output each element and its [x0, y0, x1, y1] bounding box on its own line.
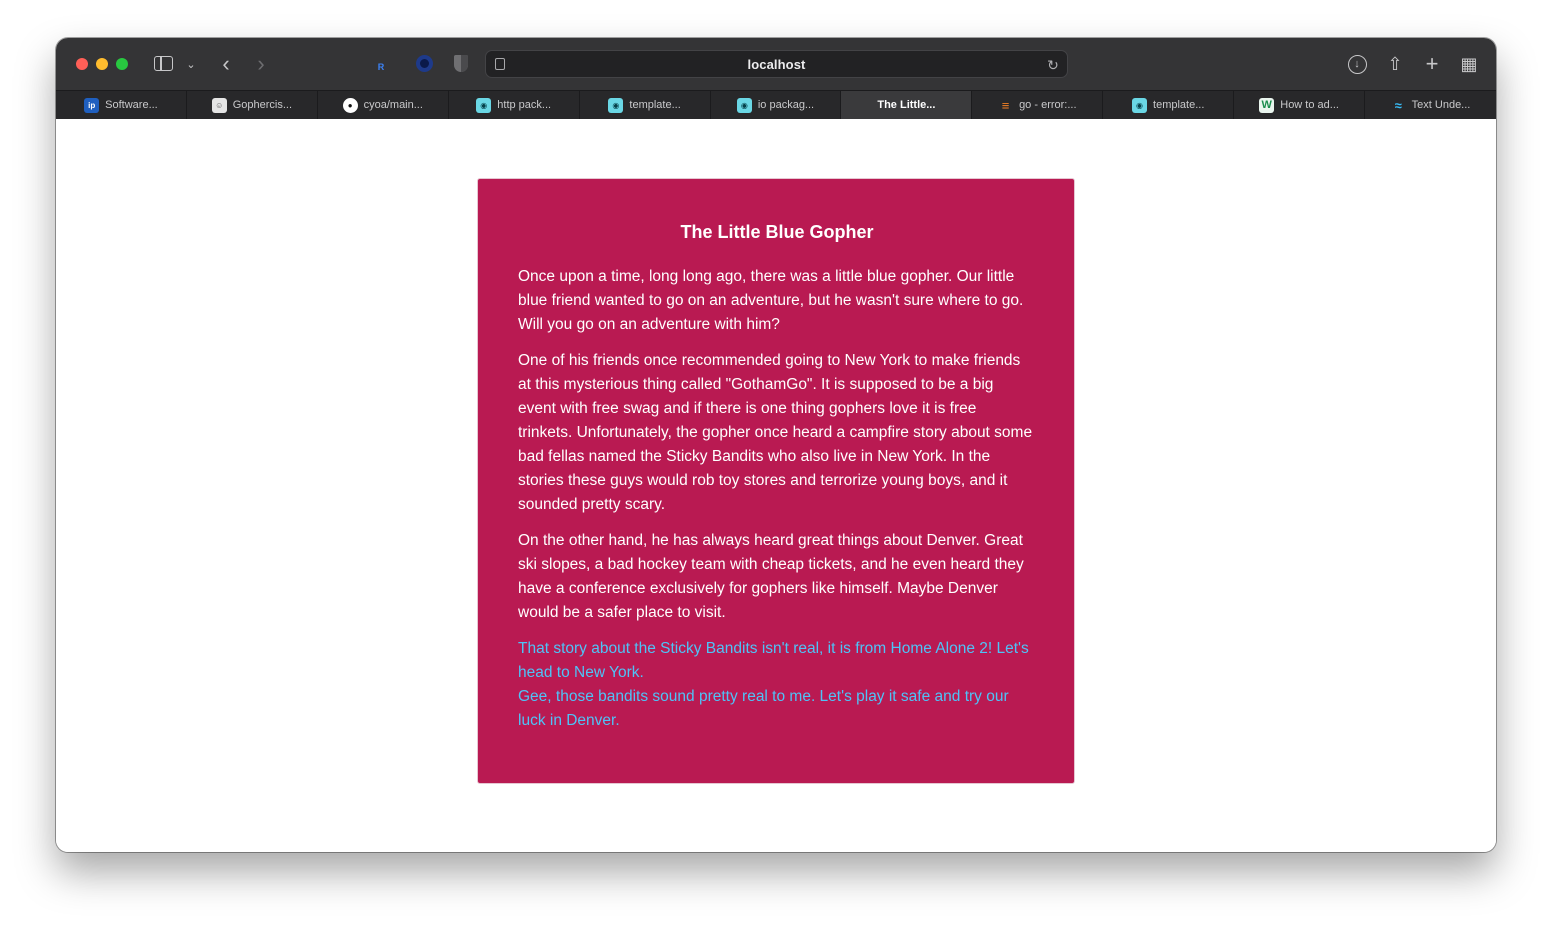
download-icon: ↓: [1347, 54, 1367, 74]
tab-cyoa-main[interactable]: ● cyoa/main...: [318, 91, 449, 119]
story-paragraph: On the other hand, he has always heard g…: [518, 532, 1024, 621]
privacy-shield-icon[interactable]: [454, 55, 468, 72]
plus-icon: +: [1425, 51, 1439, 76]
tab-http-package[interactable]: ◉ http pack...: [449, 91, 580, 119]
reload-icon[interactable]: ↻: [1045, 55, 1061, 75]
tab-label: http pack...: [497, 99, 552, 111]
close-window-button[interactable]: [76, 58, 88, 70]
tab-text-underline[interactable]: ≈ Text Unde...: [1365, 91, 1496, 119]
tab-overview-button[interactable]: ▦: [1456, 51, 1482, 77]
extension-ring-icon[interactable]: [416, 55, 433, 72]
tab-label: Text Unde...: [1411, 99, 1471, 111]
tab-label: How to ad...: [1280, 99, 1339, 111]
download-button[interactable]: ↓: [1344, 51, 1370, 77]
go-gopher-icon: ◉: [736, 97, 752, 113]
tab-label: template...: [1153, 99, 1205, 111]
tab-software[interactable]: ip Software...: [56, 91, 187, 119]
tab-template[interactable]: ◉ template...: [580, 91, 711, 119]
go-gopher-icon: ◉: [608, 97, 624, 113]
sidebar-toggle-icon[interactable]: [154, 56, 173, 71]
tab-bar: ip Software... ☺ Gophercis... ● cyoa/mai…: [56, 90, 1496, 119]
browser-toolbar: ⌄ ‹ › R localhost ↻ ↓ ⇧ + ▦: [56, 38, 1496, 90]
forward-button[interactable]: ›: [251, 51, 271, 76]
go-gopher-icon: ◉: [1132, 97, 1148, 113]
story-option: Gee, those bandits sound pretty real to …: [518, 685, 1034, 733]
ip-logo-icon: ip: [84, 97, 100, 113]
tab-io-package[interactable]: ◉ io packag...: [711, 91, 842, 119]
tab-label: Software...: [105, 99, 158, 111]
share-icon: ⇧: [1387, 53, 1403, 74]
story-option: That story about the Sticky Bandits isn'…: [518, 637, 1034, 685]
tab-label: Gophercis...: [232, 99, 293, 111]
tab-label: cyoa/main...: [363, 99, 423, 111]
tab-gophercises[interactable]: ☺ Gophercis...: [187, 91, 318, 119]
github-icon: ●: [342, 97, 358, 113]
story-options: That story about the Sticky Bandits isn'…: [518, 637, 1034, 733]
page-viewport: The Little Blue Gopher Once upon a time,…: [56, 119, 1496, 852]
address-text[interactable]: localhost: [486, 57, 1067, 72]
story-card: The Little Blue Gopher Once upon a time,…: [477, 178, 1075, 784]
story-paragraph: Once upon a time, long long ago, there w…: [518, 268, 1024, 333]
tab-how-to-add[interactable]: W How to ad...: [1234, 91, 1366, 119]
chevron-down-icon[interactable]: ⌄: [184, 54, 198, 74]
story-title: The Little Blue Gopher: [680, 222, 874, 242]
share-button[interactable]: ⇧: [1382, 51, 1408, 77]
story-paragraph: One of his friends once recommended goin…: [518, 352, 1033, 513]
gopher-icon: ☺: [211, 97, 227, 113]
extension-r-icon[interactable]: R: [374, 60, 388, 74]
tab-label: io packag...: [757, 99, 815, 111]
option-denver-link[interactable]: Gee, those bandits sound pretty real to …: [518, 685, 1034, 733]
grid-icon: ▦: [1460, 53, 1478, 74]
tab-label: template...: [629, 99, 681, 111]
tab-label: The Little...: [877, 99, 936, 111]
tab-template-2[interactable]: ◉ template...: [1103, 91, 1235, 119]
stackoverflow-icon: ≡: [1001, 97, 1010, 113]
minimize-window-button[interactable]: [96, 58, 108, 70]
option-new-york-link[interactable]: That story about the Sticky Bandits isn'…: [518, 637, 1034, 685]
browser-window: ⌄ ‹ › R localhost ↻ ↓ ⇧ + ▦ ip Software.…: [56, 38, 1496, 852]
address-bar[interactable]: localhost ↻: [485, 50, 1068, 78]
tailwind-icon: ≈: [1394, 97, 1402, 113]
w-logo-icon: W: [1259, 97, 1275, 113]
new-tab-button[interactable]: +: [1419, 51, 1445, 77]
tab-go-error[interactable]: ≡ go - error:...: [972, 91, 1104, 119]
zoom-window-button[interactable]: [116, 58, 128, 70]
back-button[interactable]: ‹: [216, 51, 236, 76]
tab-the-little-blue-gopher[interactable]: The Little...: [841, 91, 973, 119]
tab-label: go - error:...: [1019, 99, 1077, 111]
go-gopher-icon: ◉: [476, 97, 492, 113]
